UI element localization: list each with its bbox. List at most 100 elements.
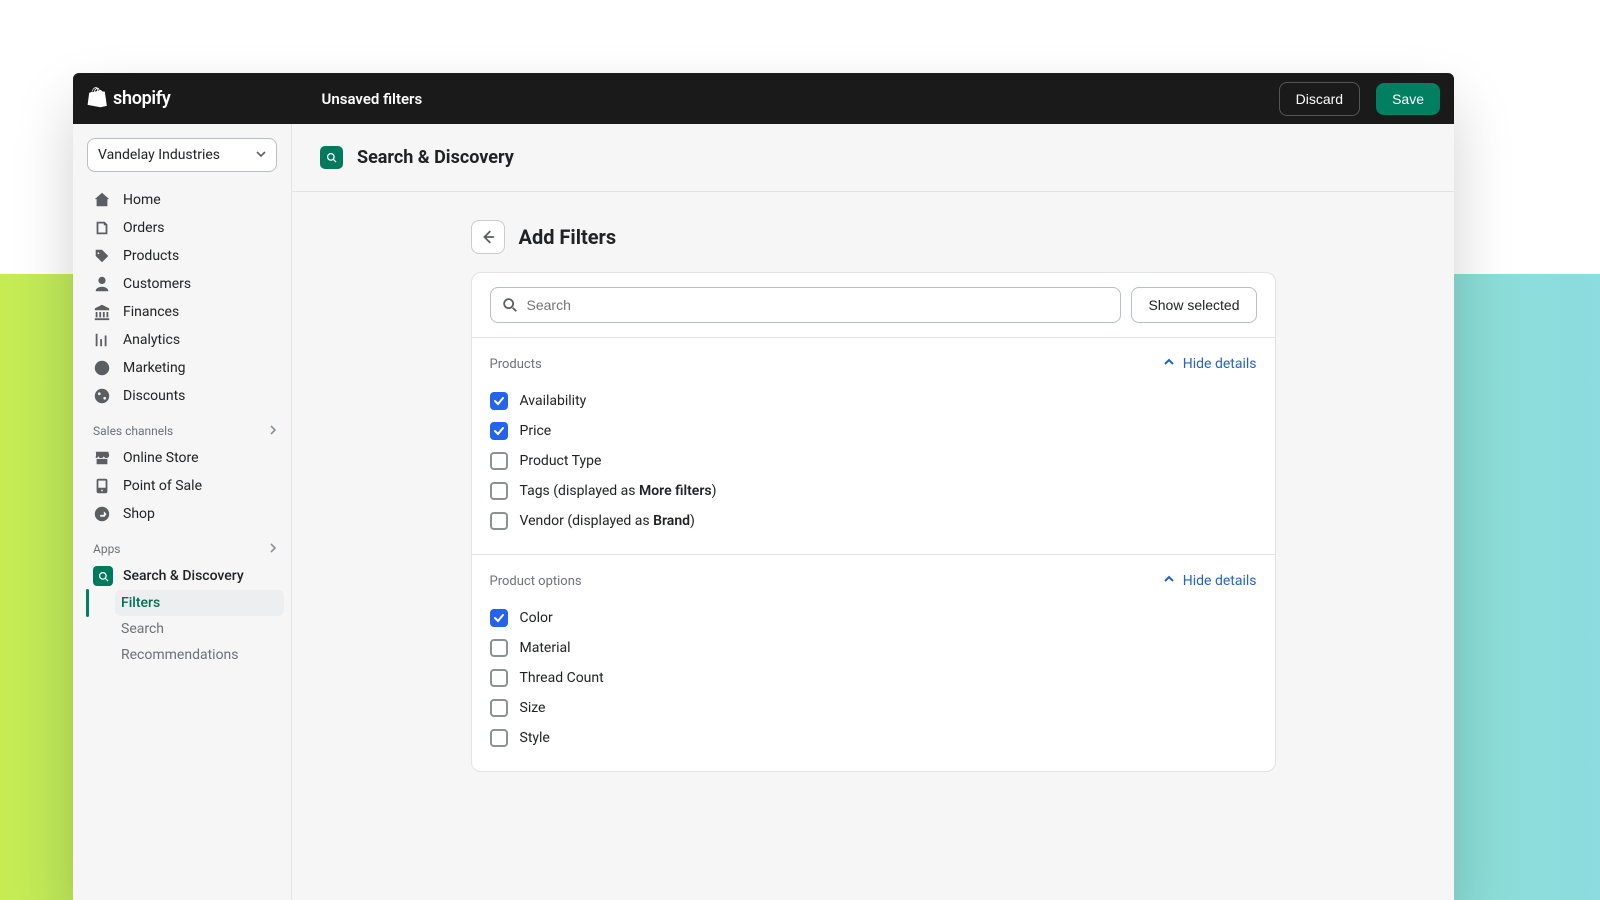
nav-label: Customers	[123, 276, 191, 292]
tag-icon	[93, 247, 111, 265]
checkbox[interactable]	[490, 729, 508, 747]
filter-label: Price	[520, 423, 552, 439]
filter-label: Size	[520, 700, 546, 716]
save-button[interactable]: Save	[1376, 83, 1440, 115]
hide-details-toggle[interactable]: Hide details	[1163, 573, 1257, 589]
nav-label: Products	[123, 248, 179, 264]
show-selected-button[interactable]: Show selected	[1131, 287, 1256, 323]
pos-icon	[93, 477, 111, 495]
nav-label: Orders	[123, 220, 165, 236]
search-discovery-icon	[320, 146, 343, 169]
nav-home[interactable]: Home	[87, 186, 284, 214]
subheader: Search & Discovery	[292, 124, 1454, 192]
chevron-right-icon[interactable]	[268, 542, 278, 556]
apps-header: Apps	[87, 528, 284, 562]
target-icon	[93, 359, 111, 377]
topbar-title: Unsaved filters	[322, 90, 423, 108]
arrow-left-icon	[479, 228, 497, 246]
nav-label: Shop	[123, 506, 155, 522]
filter-label: Vendor (displayed as Brand)	[520, 513, 695, 529]
hide-details-toggle[interactable]: Hide details	[1163, 356, 1257, 372]
filter-option[interactable]: Price	[490, 416, 1257, 446]
nav-label: Point of Sale	[123, 478, 202, 494]
filter-label: Material	[520, 640, 571, 656]
shopify-bag-icon	[87, 87, 109, 111]
channel-pos[interactable]: Point of Sale	[87, 472, 284, 500]
nav-products[interactable]: Products	[87, 242, 284, 270]
person-icon	[93, 275, 111, 293]
app-sub-recommendations[interactable]: Recommendations	[115, 642, 284, 668]
topbar: shopify Unsaved filters Discard Save	[73, 73, 1454, 124]
app-window: shopify Unsaved filters Discard Save Van…	[73, 73, 1454, 900]
filter-label: Availability	[520, 393, 587, 409]
filter-option[interactable]: Color	[490, 603, 1257, 633]
nav-marketing[interactable]: Marketing	[87, 354, 284, 382]
filter-option[interactable]: Vendor (displayed as Brand)	[490, 506, 1257, 536]
shopify-logo: shopify	[87, 87, 171, 111]
app-sub-filters[interactable]: Filters	[115, 590, 284, 616]
nav-customers[interactable]: Customers	[87, 270, 284, 298]
nav-label: Discounts	[123, 388, 185, 404]
caret-down-icon	[256, 147, 266, 163]
nav-finances[interactable]: Finances	[87, 298, 284, 326]
checkbox[interactable]	[490, 609, 508, 627]
chart-icon	[93, 331, 111, 349]
filter-option[interactable]: Availability	[490, 386, 1257, 416]
checkbox[interactable]	[490, 392, 508, 410]
nav-discounts[interactable]: Discounts	[87, 382, 284, 410]
filter-option[interactable]: Product Type	[490, 446, 1257, 476]
nav-analytics[interactable]: Analytics	[87, 326, 284, 354]
checkbox[interactable]	[490, 699, 508, 717]
group-title: Products	[490, 357, 542, 372]
checkbox[interactable]	[490, 422, 508, 440]
search-input[interactable]	[527, 297, 1111, 313]
chevron-up-icon	[1163, 573, 1175, 589]
nav-orders[interactable]: Orders	[87, 214, 284, 242]
store-selector[interactable]: Vandelay Industries	[87, 138, 277, 172]
channel-shop[interactable]: Shop	[87, 500, 284, 528]
checkbox[interactable]	[490, 482, 508, 500]
brand-text: shopify	[113, 88, 171, 109]
discard-button[interactable]: Discard	[1279, 82, 1360, 116]
app-sub-search[interactable]: Search	[115, 616, 284, 642]
nav-label: Analytics	[123, 332, 180, 348]
search-field[interactable]	[490, 287, 1122, 323]
filter-option[interactable]: Thread Count	[490, 663, 1257, 693]
page-title: Add Filters	[519, 225, 617, 249]
sidebar: Vandelay Industries Home Orders Products…	[73, 124, 292, 900]
nav-label: Marketing	[123, 360, 186, 376]
app-label: Search & Discovery	[123, 568, 244, 584]
chevron-right-icon[interactable]	[268, 424, 278, 438]
back-button[interactable]	[471, 220, 505, 254]
filter-option[interactable]: Material	[490, 633, 1257, 663]
filter-option[interactable]: Size	[490, 693, 1257, 723]
filter-group: Products Hide details Availability Price Pro…	[472, 338, 1275, 555]
chevron-up-icon	[1163, 356, 1175, 372]
store-icon	[93, 449, 111, 467]
search-discovery-icon	[93, 566, 113, 586]
checkbox[interactable]	[490, 639, 508, 657]
checkbox[interactable]	[490, 452, 508, 470]
bank-icon	[93, 303, 111, 321]
subheader-title: Search & Discovery	[357, 147, 514, 168]
filter-option[interactable]: Tags (displayed as More filters)	[490, 476, 1257, 506]
hide-details-label: Hide details	[1183, 356, 1257, 372]
store-selector-label: Vandelay Industries	[98, 147, 220, 163]
filter-label: Color	[520, 610, 553, 626]
checkbox[interactable]	[490, 512, 508, 530]
checkbox[interactable]	[490, 669, 508, 687]
filters-card: Show selected Products Hide details Availa…	[471, 272, 1276, 772]
channel-online-store[interactable]: Online Store	[87, 444, 284, 472]
search-icon	[501, 296, 519, 314]
filter-option[interactable]: Style	[490, 723, 1257, 753]
filter-label: Thread Count	[520, 670, 604, 686]
shop-icon	[93, 505, 111, 523]
percent-icon	[93, 387, 111, 405]
nav-label: Online Store	[123, 450, 199, 466]
hide-details-label: Hide details	[1183, 573, 1257, 589]
main: Search & Discovery Add Filters	[292, 124, 1454, 900]
orders-icon	[93, 219, 111, 237]
filter-label: Style	[520, 730, 550, 746]
app-search-discovery[interactable]: Search & Discovery	[87, 562, 284, 590]
nav-label: Home	[123, 192, 161, 208]
